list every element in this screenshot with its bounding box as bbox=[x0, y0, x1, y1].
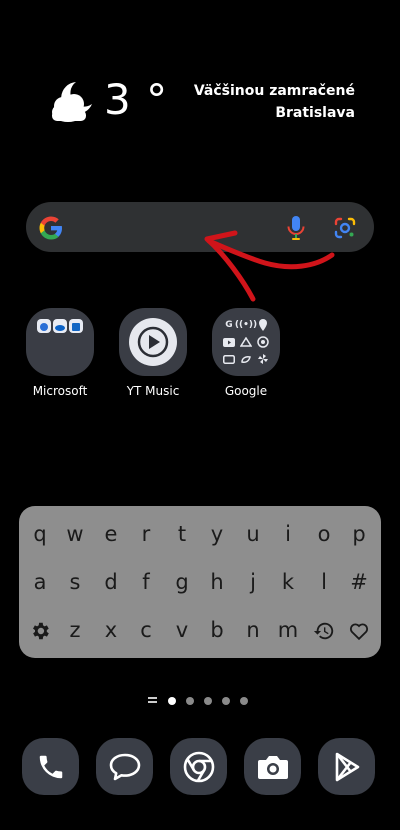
podcast-mini-icon: ((•)) bbox=[234, 320, 258, 330]
play-store-app[interactable] bbox=[318, 738, 375, 795]
yt-music-app[interactable]: YT Music bbox=[118, 308, 188, 398]
chrome-app[interactable] bbox=[170, 738, 227, 795]
keyboard-row-2: a s d f g h j k l # bbox=[19, 562, 381, 602]
folder-tile[interactable]: G ((•)) bbox=[212, 308, 280, 376]
key-l[interactable]: l bbox=[306, 562, 342, 602]
key-w[interactable]: w bbox=[57, 514, 93, 554]
page-indicator-dash bbox=[148, 697, 157, 699]
key-n[interactable]: n bbox=[235, 610, 271, 650]
page-indicator[interactable] bbox=[148, 694, 258, 706]
page-indicator-dash bbox=[148, 701, 157, 703]
key-i[interactable]: i bbox=[270, 514, 306, 554]
maps-mini-icon bbox=[256, 318, 270, 332]
key-o[interactable]: o bbox=[306, 514, 342, 554]
messages-icon bbox=[109, 753, 140, 780]
drive-mini-icon bbox=[239, 335, 253, 349]
key-q[interactable]: q bbox=[22, 514, 58, 554]
key-y[interactable]: y bbox=[199, 514, 235, 554]
key-j[interactable]: j bbox=[235, 562, 271, 602]
onedrive-mini-icon bbox=[53, 319, 67, 333]
key-h[interactable]: h bbox=[199, 562, 235, 602]
microsoft-folder[interactable]: Microsoft bbox=[25, 308, 95, 398]
moon-cloud-icon[interactable] bbox=[46, 78, 98, 124]
key-m[interactable]: m bbox=[270, 610, 306, 650]
key-d[interactable]: d bbox=[93, 562, 129, 602]
key-s[interactable]: s bbox=[57, 562, 93, 602]
heart-icon[interactable] bbox=[341, 610, 377, 650]
key-f[interactable]: f bbox=[128, 562, 164, 602]
history-icon[interactable] bbox=[306, 610, 342, 650]
key-c[interactable]: c bbox=[128, 610, 164, 650]
keyboard-widget[interactable]: q w e r t y u i o p a s d f g h j k l # … bbox=[19, 506, 381, 658]
key-r[interactable]: r bbox=[128, 514, 164, 554]
page-dot[interactable] bbox=[186, 697, 194, 705]
app-label: Google bbox=[224, 384, 268, 398]
page-dot[interactable] bbox=[222, 697, 230, 705]
app-label: YT Music bbox=[126, 384, 180, 398]
key-hash[interactable]: # bbox=[341, 562, 377, 602]
google-g-logo[interactable] bbox=[38, 215, 64, 241]
key-e[interactable]: e bbox=[93, 514, 129, 554]
play-store-icon bbox=[335, 752, 359, 781]
page-dot[interactable] bbox=[240, 697, 248, 705]
microsoft-mini-icon bbox=[37, 319, 51, 333]
key-k[interactable]: k bbox=[270, 562, 306, 602]
key-u[interactable]: u bbox=[235, 514, 271, 554]
youtube-mini-icon bbox=[222, 335, 236, 349]
weather-info[interactable]: Väčšinou zamračené Bratislava bbox=[194, 80, 355, 124]
folder-tile[interactable] bbox=[26, 308, 94, 376]
chrome-icon bbox=[183, 751, 214, 782]
key-z[interactable]: z bbox=[57, 610, 93, 650]
tv-mini-icon bbox=[222, 352, 236, 366]
key-x[interactable]: x bbox=[93, 610, 129, 650]
page-dot-current[interactable] bbox=[168, 697, 176, 705]
google-mini-icon: G bbox=[225, 320, 233, 330]
messages-app[interactable] bbox=[96, 738, 153, 795]
key-t[interactable]: t bbox=[164, 514, 200, 554]
outlook-mini-icon bbox=[69, 319, 83, 333]
temperature[interactable]: 3 ° bbox=[104, 74, 168, 126]
phone-icon bbox=[39, 755, 62, 778]
phone-app[interactable] bbox=[22, 738, 79, 795]
key-b[interactable]: b bbox=[199, 610, 235, 650]
annotation-arrow bbox=[195, 225, 340, 305]
weather-condition: Väčšinou zamračené bbox=[193, 83, 355, 99]
camera-icon bbox=[257, 755, 288, 779]
key-v[interactable]: v bbox=[164, 610, 200, 650]
key-g[interactable]: g bbox=[164, 562, 200, 602]
yt-music-icon[interactable] bbox=[119, 308, 187, 376]
key-p[interactable]: p bbox=[341, 514, 377, 554]
keyboard-row-1: q w e r t y u i o p bbox=[19, 514, 381, 554]
google-folder[interactable]: G ((•)) Google bbox=[211, 308, 281, 398]
photos-mini-icon bbox=[239, 352, 253, 366]
app-label: Microsoft bbox=[32, 384, 88, 398]
keyboard-row-3: z x c v b n m bbox=[19, 610, 381, 650]
pinwheel-mini-icon bbox=[256, 352, 270, 366]
camera-app[interactable] bbox=[244, 738, 301, 795]
weather-location: Bratislava bbox=[275, 105, 355, 121]
key-a[interactable]: a bbox=[22, 562, 58, 602]
page-dot[interactable] bbox=[204, 697, 212, 705]
gear-icon[interactable] bbox=[22, 610, 58, 650]
chrome-mini-icon bbox=[256, 335, 270, 349]
